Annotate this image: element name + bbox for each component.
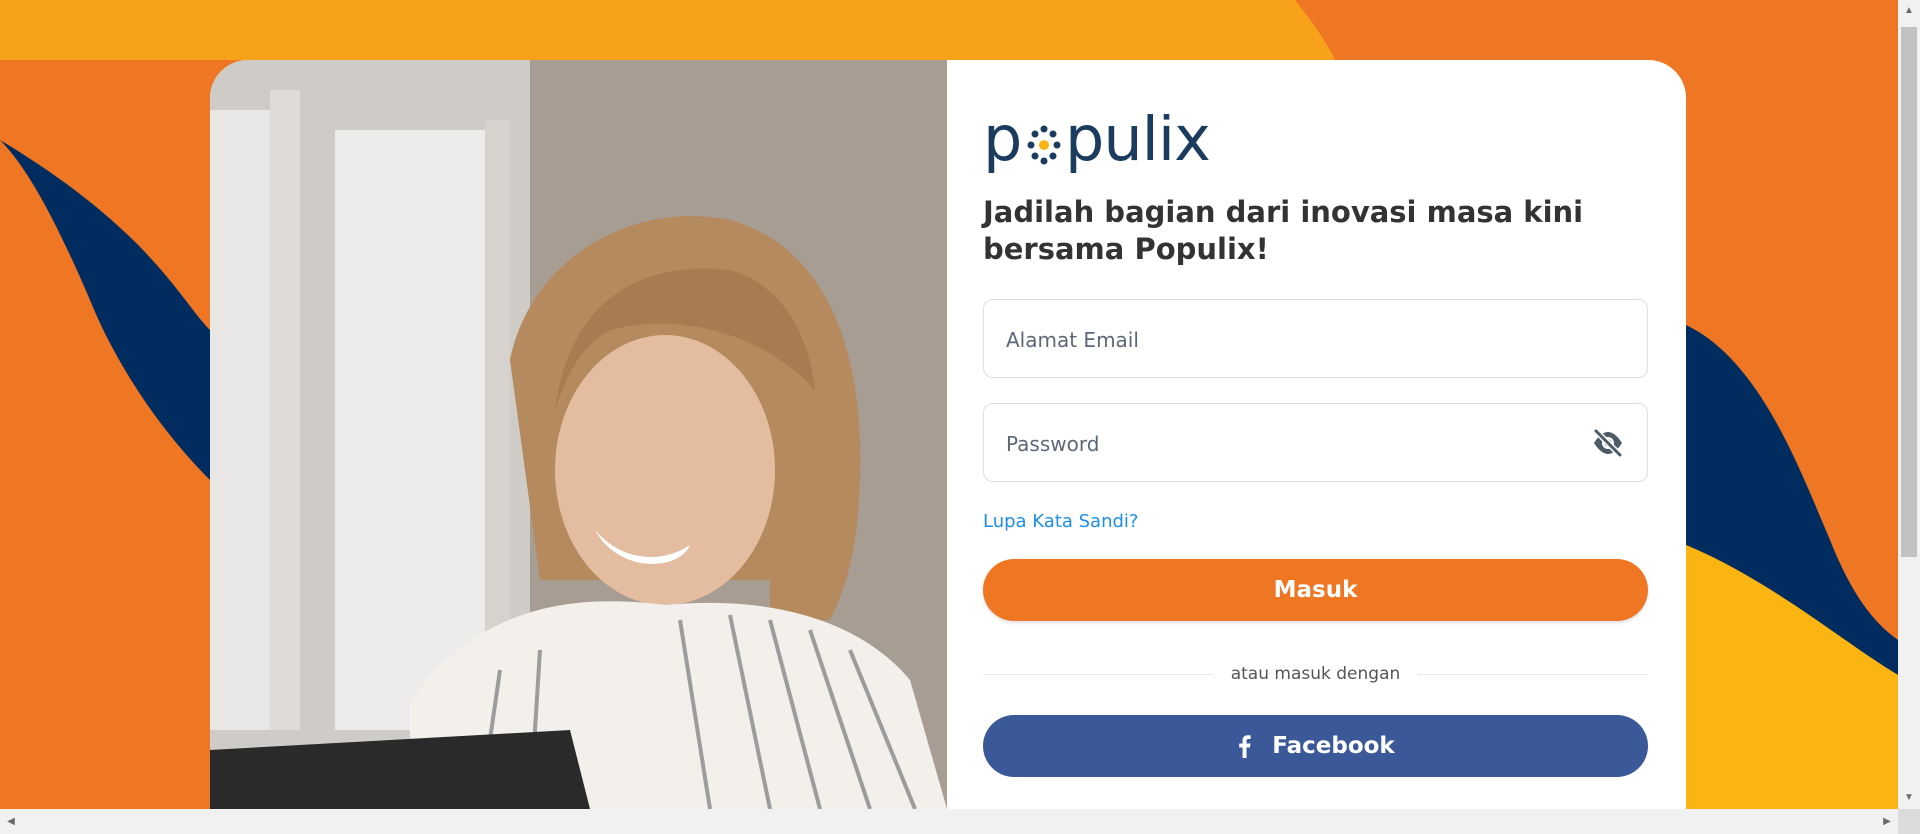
- vertical-scrollbar[interactable]: ▲ ▼: [1898, 0, 1920, 809]
- login-button-label: Masuk: [1273, 577, 1358, 603]
- email-field[interactable]: [983, 299, 1648, 379]
- svg-text:p: p: [983, 114, 1021, 174]
- password-field[interactable]: [983, 403, 1648, 483]
- hero-photo: [210, 60, 947, 809]
- forgot-password-link[interactable]: Lupa Kata Sandi?: [983, 511, 1138, 532]
- populix-logo: p pulix: [983, 114, 1211, 174]
- scroll-left-arrow-icon[interactable]: ◀: [0, 809, 22, 834]
- scroll-up-arrow-icon[interactable]: ▲: [1898, 0, 1920, 22]
- or-divider: atau masuk dengan: [983, 664, 1648, 684]
- scrollbar-corner: [1898, 809, 1920, 834]
- eye-slash-icon[interactable]: [1591, 426, 1625, 460]
- facebook-login-button[interactable]: Facebook: [983, 715, 1648, 777]
- login-form-panel: p pulix Jadilah bagian dari inovasi masa…: [947, 60, 1686, 809]
- svg-text:pulix: pulix: [1065, 114, 1210, 174]
- divider-line-right: [1418, 674, 1648, 675]
- email-input[interactable]: [1004, 300, 1568, 379]
- facebook-icon: [1239, 735, 1251, 758]
- login-button[interactable]: Masuk: [983, 559, 1648, 621]
- scroll-right-arrow-icon[interactable]: ▶: [1876, 809, 1898, 834]
- vertical-scroll-thumb[interactable]: [1901, 27, 1917, 557]
- scroll-down-arrow-icon[interactable]: ▼: [1898, 787, 1920, 809]
- horizontal-scrollbar[interactable]: ◀ ▶: [0, 809, 1898, 834]
- facebook-button-label: Facebook: [1272, 733, 1395, 759]
- password-input[interactable]: [1004, 404, 1568, 483]
- page-headline: Jadilah bagian dari inovasi masa kini be…: [983, 195, 1584, 266]
- login-card: p pulix Jadilah bagian dari inovasi masa…: [210, 60, 1686, 809]
